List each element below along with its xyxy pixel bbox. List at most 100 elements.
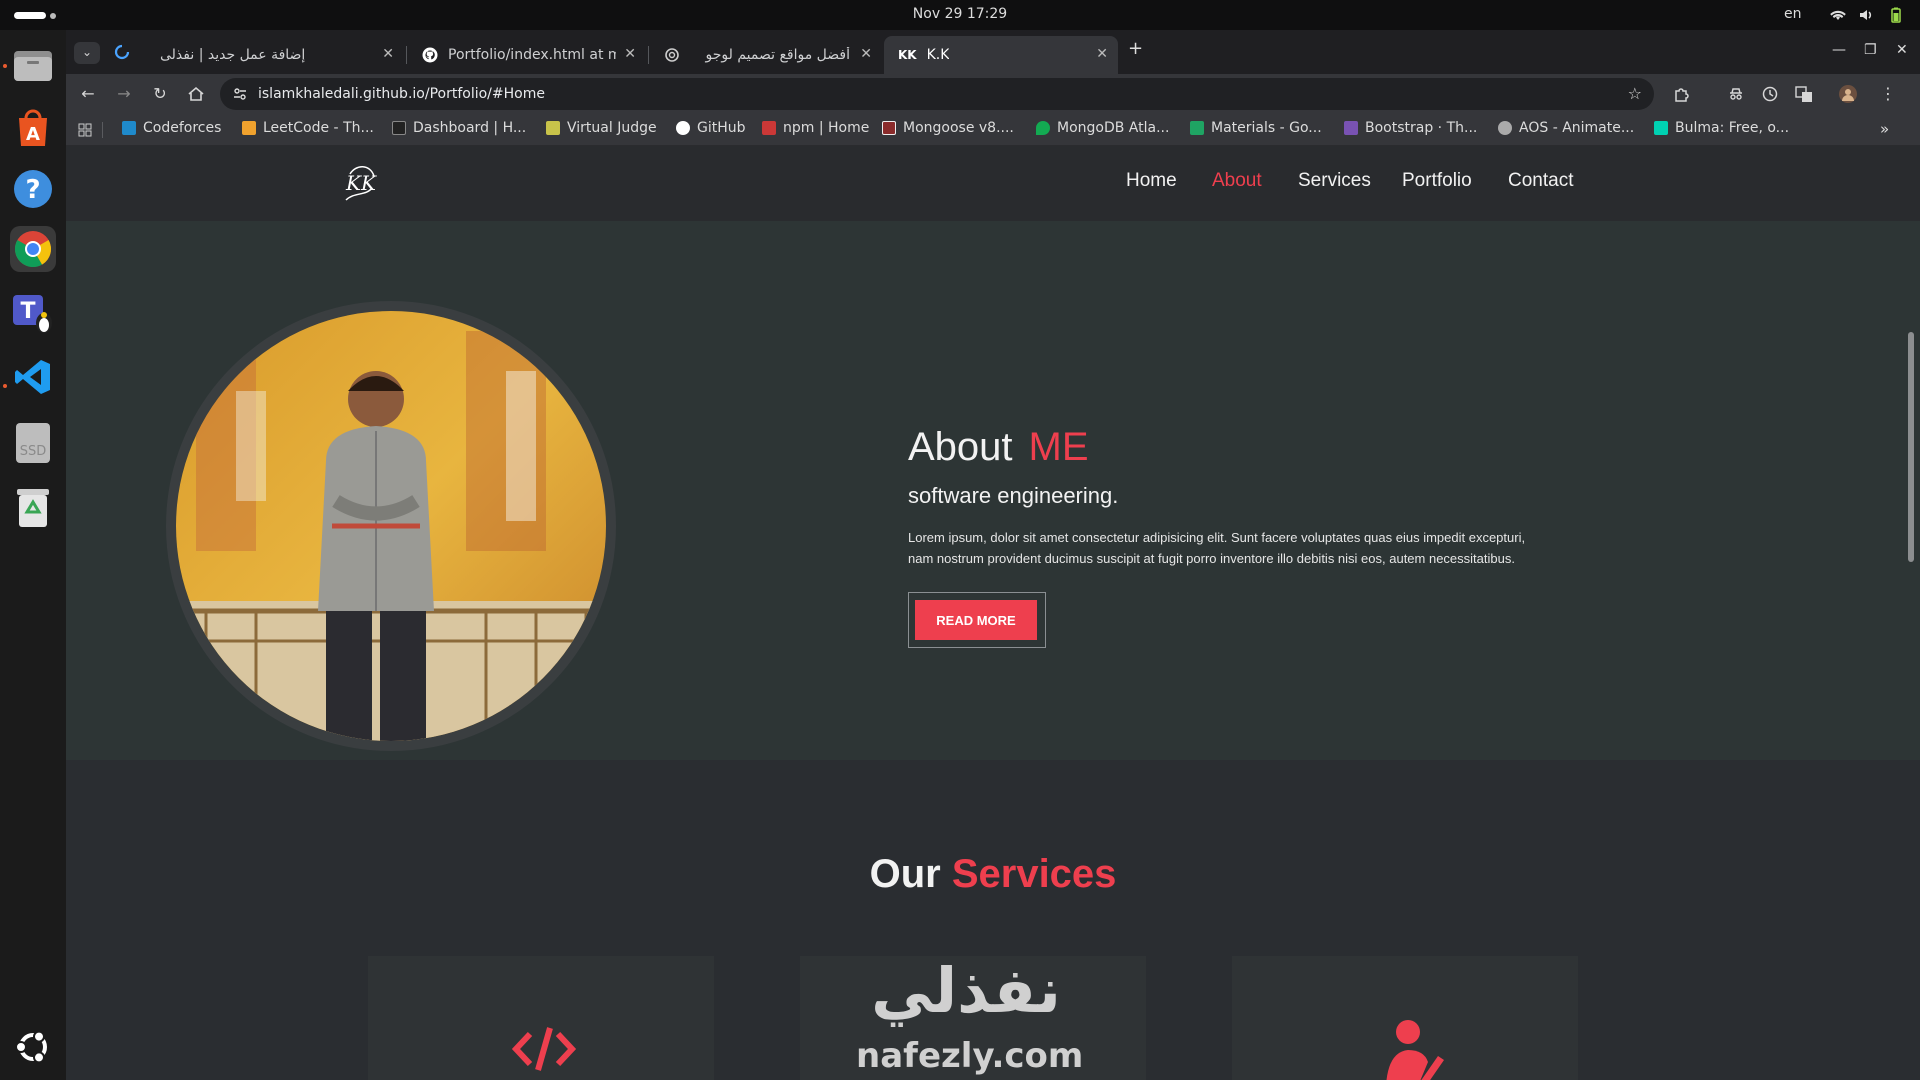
- dashboard-icon: [392, 121, 406, 135]
- translate-icon[interactable]: [1794, 84, 1814, 104]
- bookmark-label: MongoDB Atla...: [1057, 120, 1170, 136]
- tab-title: Portfolio/index.html at m: [448, 47, 616, 63]
- input-language[interactable]: en: [1784, 6, 1802, 22]
- nav-contact-link[interactable]: Contact: [1508, 170, 1573, 192]
- url-text[interactable]: islamkhaledali.github.io/Portfolio/#Home: [258, 86, 545, 102]
- restore-window-button[interactable]: ❐: [1864, 42, 1877, 58]
- site-info-icon[interactable]: [232, 86, 248, 102]
- apps-grid-icon[interactable]: [78, 123, 92, 137]
- service-card[interactable]: [368, 956, 714, 1080]
- incognito-icon[interactable]: [1726, 84, 1746, 104]
- tab-strip: ⌄ إضافة عمل جديد | نفذلى ✕ Portfolio/ind…: [66, 30, 1920, 74]
- bookmark-label: Virtual Judge: [567, 120, 657, 136]
- nav-portfolio-link[interactable]: Portfolio: [1402, 170, 1472, 192]
- vscode-icon[interactable]: [10, 354, 56, 400]
- nav-home-link[interactable]: Home: [1126, 170, 1177, 192]
- bookmark-label: Bootstrap · Th...: [1365, 120, 1478, 136]
- close-window-button[interactable]: ✕: [1896, 42, 1908, 58]
- help-icon[interactable]: ?: [10, 166, 56, 212]
- tab-kk-active[interactable]: KK K.K ✕: [884, 36, 1118, 74]
- forward-button[interactable]: →: [114, 84, 134, 104]
- nafezly-watermark: نفذلي nafezly.com: [856, 954, 1084, 1080]
- profile-photo-image: [176, 311, 606, 741]
- bookmark-star-icon[interactable]: ☆: [1628, 84, 1642, 103]
- bookmark-label: AOS - Animate...: [1519, 120, 1635, 136]
- nav-about-link[interactable]: About: [1212, 170, 1262, 192]
- bookmark-label: Materials - Go...: [1211, 120, 1322, 136]
- close-tab-icon[interactable]: ✕: [382, 46, 394, 62]
- tab-search-chevron-icon[interactable]: ⌄: [74, 42, 100, 64]
- ssd-drive-icon[interactable]: SSD: [10, 420, 56, 466]
- bookmark-npm[interactable]: npm | Home: [762, 120, 869, 136]
- tab-github-portfolio[interactable]: Portfolio/index.html at m ✕: [408, 36, 646, 74]
- bookmark-bootstrap[interactable]: Bootstrap · Th...: [1344, 120, 1477, 136]
- bookmark-label: npm | Home: [783, 120, 870, 136]
- read-more-button[interactable]: READ MORE: [915, 600, 1037, 640]
- back-button[interactable]: ←: [78, 84, 98, 104]
- profile-avatar-icon[interactable]: [1838, 84, 1858, 104]
- running-indicator: [3, 64, 7, 68]
- files-icon[interactable]: [10, 42, 56, 88]
- kk-logo-icon[interactable]: KK: [338, 160, 384, 206]
- github-favicon-icon: [422, 47, 438, 63]
- about-heading-accent: ME: [1028, 425, 1089, 469]
- service-card[interactable]: [1232, 956, 1578, 1080]
- bulma-icon: [1654, 121, 1668, 135]
- ubuntu-apps-icon[interactable]: [10, 1024, 56, 1070]
- tab-nafezly-add-work[interactable]: إضافة عمل جديد | نفذلى ✕: [146, 36, 404, 74]
- watermark-arabic: نفذلي: [871, 954, 1061, 1027]
- volume-icon[interactable]: [1858, 7, 1874, 23]
- svg-text:KK: KK: [345, 171, 377, 195]
- bookmark-mongoose[interactable]: Mongoose v8....: [882, 120, 1014, 136]
- nav-services-link[interactable]: Services: [1298, 170, 1371, 192]
- more-bookmarks-icon[interactable]: »: [1880, 120, 1889, 138]
- extensions-icon[interactable]: [1672, 84, 1692, 104]
- watermark-latin: nafezly.com: [856, 1036, 1084, 1076]
- services-heading-text: Our: [869, 852, 941, 896]
- close-tab-icon[interactable]: ✕: [1096, 46, 1108, 62]
- minimize-window-button[interactable]: —: [1832, 42, 1846, 58]
- chrome-icon[interactable]: [10, 226, 56, 272]
- read-more-frame: READ MORE: [908, 592, 1046, 648]
- system-clock[interactable]: Nov 29 17:29: [0, 6, 1920, 22]
- teams-linux-icon[interactable]: T: [10, 290, 56, 336]
- home-button-icon[interactable]: [186, 84, 206, 104]
- github-icon: [676, 121, 690, 135]
- ssd-label: SSD: [20, 444, 47, 459]
- new-tab-button[interactable]: +: [1128, 38, 1143, 59]
- tab-title: إضافة عمل جديد | نفذلى: [160, 47, 306, 63]
- profile-photo: [166, 301, 616, 751]
- bookmark-mongodb-atlas[interactable]: MongoDB Atla...: [1036, 120, 1169, 136]
- page-scrollbar[interactable]: [1908, 332, 1914, 562]
- bookmark-aos[interactable]: AOS - Animate...: [1498, 120, 1634, 136]
- bookmark-label: Codeforces: [143, 120, 222, 136]
- tab-title: أفضل مواقع تصميم لوجو: [705, 47, 851, 63]
- bookmark-label: LeetCode - Th...: [263, 120, 374, 136]
- page-viewport: KK Home About Services Portfolio Contact: [66, 146, 1920, 1080]
- kk-favicon-icon: KK: [898, 48, 917, 62]
- bookmark-dashboard[interactable]: Dashboard | H...: [392, 120, 526, 136]
- close-tab-icon[interactable]: ✕: [624, 46, 636, 62]
- svg-text:T: T: [20, 299, 35, 324]
- globe-icon: [1498, 121, 1512, 135]
- bookmark-bulma[interactable]: Bulma: Free, o...: [1654, 120, 1789, 136]
- about-heading-text: About: [908, 425, 1013, 469]
- battery-icon[interactable]: [1888, 7, 1904, 23]
- app-center-icon[interactable]: A: [10, 104, 56, 150]
- bookmark-materials[interactable]: Materials - Go...: [1190, 120, 1322, 136]
- close-tab-icon[interactable]: ✕: [860, 46, 872, 62]
- reload-button[interactable]: ↻: [150, 84, 170, 104]
- bookmark-label: Dashboard | H...: [413, 120, 527, 136]
- bookmarks-bar: Codeforces LeetCode - Th... Dashboard | …: [66, 114, 1920, 146]
- address-bar[interactable]: islamkhaledali.github.io/Portfolio/#Home…: [220, 78, 1654, 110]
- bookmark-leetcode[interactable]: LeetCode - Th...: [242, 120, 374, 136]
- wifi-icon[interactable]: [1830, 7, 1846, 23]
- trash-icon[interactable]: [10, 484, 56, 530]
- history-icon[interactable]: [1760, 84, 1780, 104]
- menu-kebab-icon[interactable]: ⋮: [1878, 84, 1898, 104]
- bookmark-github[interactable]: GitHub: [676, 120, 746, 136]
- bookmark-codeforces[interactable]: Codeforces: [122, 120, 221, 136]
- running-indicator: [3, 384, 7, 388]
- bookmark-virtual-judge[interactable]: Virtual Judge: [546, 120, 657, 136]
- tab-logo-design-sites[interactable]: أفضل مواقع تصميم لوجو ✕: [650, 36, 882, 74]
